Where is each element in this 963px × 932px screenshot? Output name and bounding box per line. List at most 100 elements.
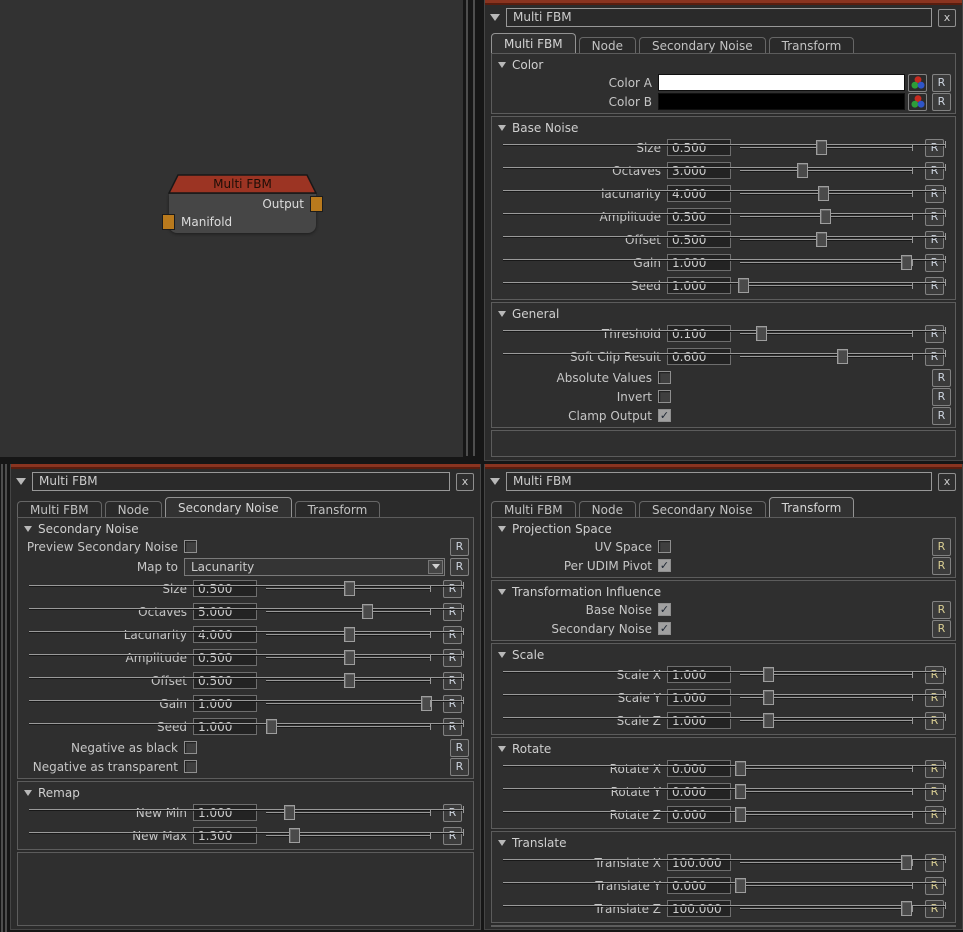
- value-field-seed[interactable]: 1.000: [193, 718, 257, 735]
- reset-button[interactable]: R: [443, 649, 462, 667]
- reset-button[interactable]: R: [925, 666, 944, 684]
- slider-soft-clip-result[interactable]: [740, 348, 913, 365]
- reset-button[interactable]: R: [925, 325, 944, 343]
- reset-button[interactable]: R: [925, 854, 944, 872]
- section-header[interactable]: Remap: [20, 782, 471, 801]
- value-field-offset[interactable]: 0.500: [667, 231, 731, 248]
- value-field-gain[interactable]: 1.000: [193, 695, 257, 712]
- checkbox-uv-space[interactable]: [658, 540, 671, 553]
- slider-translate-y[interactable]: [740, 877, 913, 894]
- slider-handle[interactable]: [901, 255, 912, 270]
- reset-button[interactable]: R: [925, 877, 944, 895]
- checkbox-invert[interactable]: [658, 390, 671, 403]
- reset-button[interactable]: R: [932, 388, 951, 406]
- slider-scale-y[interactable]: [740, 689, 913, 706]
- slider-rotate-y[interactable]: [740, 783, 913, 800]
- reset-button[interactable]: R: [450, 758, 469, 776]
- reset-button[interactable]: R: [443, 695, 462, 713]
- reset-button[interactable]: R: [925, 254, 944, 272]
- splitter-handle[interactable]: [466, 0, 468, 456]
- slider-handle[interactable]: [266, 719, 277, 734]
- checkbox-negative-as-black[interactable]: [184, 741, 197, 754]
- slider-handle[interactable]: [344, 627, 355, 642]
- value-field-octaves[interactable]: 3.000: [667, 162, 731, 179]
- slider-size[interactable]: [740, 139, 913, 156]
- value-field-amplitude[interactable]: 0.500: [193, 649, 257, 666]
- output-port[interactable]: [310, 196, 323, 212]
- section-header[interactable]: Color: [494, 54, 953, 73]
- checkbox-secondary-noise[interactable]: [658, 622, 671, 635]
- section-header[interactable]: Projection Space: [494, 518, 953, 537]
- slider-handle[interactable]: [901, 901, 912, 916]
- color-wheel-button[interactable]: [908, 74, 927, 92]
- reset-button[interactable]: R: [925, 277, 944, 295]
- node-multi-fbm[interactable]: Multi FBM Output Manifold: [168, 174, 317, 233]
- collapse-triangle-icon[interactable]: [490, 14, 500, 21]
- checkbox-absolute-values[interactable]: [658, 371, 671, 384]
- chevron-down-icon[interactable]: [428, 560, 443, 574]
- reset-button[interactable]: R: [925, 231, 944, 249]
- slider-handle[interactable]: [344, 581, 355, 596]
- section-header[interactable]: Transformation Influence: [494, 581, 953, 600]
- value-field-seed[interactable]: 1.000: [667, 277, 731, 294]
- slider-handle[interactable]: [735, 878, 746, 893]
- slider-handle[interactable]: [284, 805, 295, 820]
- slider-handle[interactable]: [362, 604, 373, 619]
- slider-handle[interactable]: [735, 784, 746, 799]
- slider-translate-z[interactable]: [740, 900, 913, 917]
- slider-handle[interactable]: [735, 807, 746, 822]
- checkbox-per-udim-pivot[interactable]: [658, 559, 671, 572]
- reset-button[interactable]: R: [932, 601, 951, 619]
- value-field-soft-clip-result[interactable]: 0.600: [667, 348, 731, 365]
- slider-handle[interactable]: [820, 209, 831, 224]
- tab-secondary-noise[interactable]: Secondary Noise: [165, 497, 292, 519]
- slider-lacunarity[interactable]: [740, 185, 913, 202]
- reset-button[interactable]: R: [925, 760, 944, 778]
- slider-offset[interactable]: [740, 231, 913, 248]
- slider-handle[interactable]: [344, 673, 355, 688]
- value-field-offset[interactable]: 0.500: [193, 672, 257, 689]
- section-header[interactable]: Base Noise: [494, 117, 953, 136]
- slider-amplitude[interactable]: [740, 208, 913, 225]
- slider-handle[interactable]: [816, 140, 827, 155]
- slider-handle[interactable]: [763, 667, 774, 682]
- reset-button[interactable]: R: [925, 900, 944, 918]
- reset-button[interactable]: R: [443, 804, 462, 822]
- value-field-scale-x[interactable]: 1.000: [667, 666, 731, 683]
- reset-button[interactable]: R: [443, 672, 462, 690]
- slider-rotate-z[interactable]: [740, 806, 913, 823]
- reset-button[interactable]: R: [450, 739, 469, 757]
- collapse-triangle-icon[interactable]: [16, 478, 26, 485]
- reset-button[interactable]: R: [932, 538, 951, 556]
- value-field-gain[interactable]: 1.000: [667, 254, 731, 271]
- value-field-threshold[interactable]: 0.100: [667, 325, 731, 342]
- slider-handle[interactable]: [756, 326, 767, 341]
- slider-octaves[interactable]: [266, 603, 431, 620]
- slider-handle[interactable]: [738, 278, 749, 293]
- tab-transform[interactable]: Transform: [769, 497, 855, 519]
- slider-seed[interactable]: [740, 277, 913, 294]
- value-field-new-min[interactable]: 1.000: [193, 804, 257, 821]
- value-field-new-max[interactable]: 1.300: [193, 827, 257, 844]
- reset-button[interactable]: R: [932, 407, 951, 425]
- slider-new-max[interactable]: [266, 827, 431, 844]
- reset-button[interactable]: R: [925, 162, 944, 180]
- splitter-handle[interactable]: [1, 464, 3, 932]
- checkbox-clamp-output[interactable]: [658, 409, 671, 422]
- value-field-scale-y[interactable]: 1.000: [667, 689, 731, 706]
- reset-button[interactable]: R: [932, 620, 951, 638]
- section-header[interactable]: Secondary Noise: [20, 518, 471, 537]
- slider-handle[interactable]: [421, 696, 432, 711]
- value-field-rotate-y[interactable]: 0.000: [667, 783, 731, 800]
- slider-offset[interactable]: [266, 672, 431, 689]
- slider-seed[interactable]: [266, 718, 431, 735]
- section-header[interactable]: General: [494, 303, 953, 322]
- reset-button[interactable]: R: [925, 712, 944, 730]
- splitter-handle[interactable]: [473, 0, 475, 456]
- manifold-port[interactable]: [162, 214, 175, 230]
- slider-handle[interactable]: [816, 232, 827, 247]
- value-field-size[interactable]: 0.500: [667, 139, 731, 156]
- value-field-size[interactable]: 0.500: [193, 580, 257, 597]
- node-graph-canvas[interactable]: Multi FBM Output Manifold: [0, 0, 463, 457]
- slider-scale-x[interactable]: [740, 666, 913, 683]
